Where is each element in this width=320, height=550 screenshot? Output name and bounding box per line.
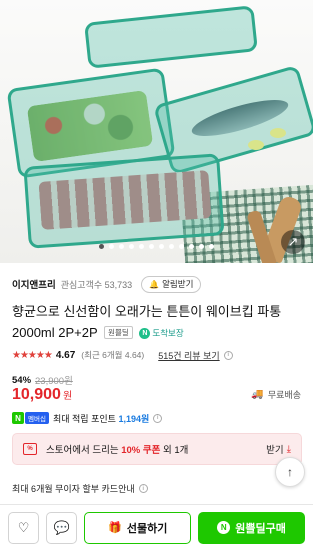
info-icon[interactable]: i bbox=[153, 413, 163, 423]
slide-dot[interactable] bbox=[179, 244, 184, 249]
original-price: 23,900원 bbox=[35, 376, 73, 387]
coupon-prefix: 스토어에서 드리는 bbox=[46, 445, 119, 456]
info-icon[interactable]: i bbox=[138, 484, 148, 493]
store-info: 이지앤프리 관심고객수 53,733 🔔 알림받기 bbox=[12, 275, 301, 293]
download-label: 받기 bbox=[266, 445, 284, 456]
buy-label: 원쁠딜구매 bbox=[235, 522, 286, 535]
points-prefix: 최대 적립 포인트 bbox=[52, 413, 116, 424]
chat-button[interactable]: 💬 bbox=[46, 511, 78, 544]
slide-dot[interactable] bbox=[99, 244, 104, 249]
slide-dot[interactable] bbox=[199, 244, 204, 249]
slide-dot[interactable] bbox=[119, 244, 124, 249]
coupon-highlight: 10% 쿠폰 bbox=[121, 445, 161, 456]
download-icon: ⤓ bbox=[286, 443, 291, 455]
slide-dot[interactable] bbox=[129, 244, 134, 249]
gift-icon: 🎁 bbox=[108, 522, 122, 534]
share-icon[interactable]: ↗ bbox=[281, 230, 305, 254]
shipping-label: 무료배송 bbox=[267, 390, 301, 400]
card-installment-info[interactable]: 최대 6개월 무이자 할부 카드안내 i bbox=[12, 482, 148, 495]
npay-icon: N bbox=[12, 412, 24, 424]
points-amount: 1,194원 bbox=[118, 413, 150, 424]
alarm-button[interactable]: 🔔 알림받기 bbox=[141, 275, 202, 293]
sale-price: 10,900 원 bbox=[12, 386, 72, 404]
points-text: 최대 적립 포인트 1,194원 bbox=[53, 412, 149, 425]
star-rating-icon: ★★★★★ bbox=[12, 349, 53, 361]
coupon-icon: % bbox=[23, 443, 37, 455]
bell-icon: 🔔 bbox=[149, 279, 160, 289]
naver-logo-icon: N bbox=[217, 521, 231, 534]
slide-dot[interactable] bbox=[169, 244, 174, 249]
product-image[interactable]: ↗ bbox=[0, 0, 313, 263]
slide-dot[interactable] bbox=[139, 244, 144, 249]
rating: ★★★★★ 4.67 (최근 6개월 4.64) 515건 리뷰 보기 i bbox=[12, 348, 301, 362]
bottom-action-bar: ♡ 💬 🎁 선물하기 N 원쁠딜구매 bbox=[0, 504, 313, 550]
favorite-count: 관심고객수 53,733 bbox=[60, 279, 133, 290]
slide-indicator bbox=[0, 244, 313, 249]
lemon-slice bbox=[248, 140, 264, 150]
coupon-download-button[interactable]: 받기 ⤓ bbox=[266, 442, 291, 457]
alarm-label: 알림받기 bbox=[162, 279, 194, 289]
buy-button[interactable]: N 원쁠딜구매 bbox=[198, 511, 305, 544]
product-title: 향균으로 신선함이 오래가는 튼튼이 웨이브킵 파통 2000ml 2P+2P … bbox=[12, 301, 302, 344]
gift-button[interactable]: 🎁 선물하기 bbox=[84, 511, 192, 544]
rating-recent: (최근 6개월 4.64) bbox=[81, 350, 145, 360]
card-info-text: 최대 6개월 무이자 할부 카드안내 bbox=[12, 484, 135, 494]
discount-rate: 54% bbox=[12, 374, 32, 386]
arrive-guarantee-badge: N 도착보장 bbox=[139, 323, 184, 344]
scroll-top-icon[interactable]: ↑ bbox=[275, 457, 305, 487]
gift-label: 선물하기 bbox=[126, 522, 168, 535]
truck-icon: 🚚 bbox=[251, 389, 264, 400]
chat-bubble-icon: 💬 bbox=[53, 519, 70, 535]
like-button[interactable]: ♡ bbox=[8, 511, 40, 544]
lemon-slice bbox=[270, 128, 286, 138]
discount-info: 54% 23,900원 bbox=[12, 373, 73, 388]
slide-dot[interactable] bbox=[149, 244, 154, 249]
points-info: N 멤버십 최대 적립 포인트 1,194원 i bbox=[12, 411, 163, 425]
coupon-suffix: 외 1개 bbox=[162, 445, 189, 456]
return-badge: 원쁠딜 bbox=[104, 326, 133, 339]
slide-dot[interactable] bbox=[209, 244, 214, 249]
price-value: 10,900 bbox=[12, 386, 61, 403]
slide-dot[interactable] bbox=[109, 244, 114, 249]
heart-check-icon: ♡ bbox=[17, 519, 30, 535]
coupon-text: 스토어에서 드리는 10% 쿠폰 외 1개 bbox=[46, 442, 188, 456]
rating-score: 4.67 bbox=[55, 349, 76, 361]
slide-dot[interactable] bbox=[189, 244, 194, 249]
coupon-banner[interactable]: % 스토어에서 드리는 10% 쿠폰 외 1개 받기 ⤓ bbox=[12, 433, 302, 465]
store-name[interactable]: 이지앤프리 bbox=[12, 277, 56, 291]
review-link[interactable]: 515건 리뷰 보기 bbox=[158, 349, 219, 362]
shipping-info: 🚚 무료배송 bbox=[251, 388, 301, 401]
arrive-label: 도착보장 bbox=[152, 328, 184, 338]
price-unit: 원 bbox=[62, 391, 73, 402]
info-icon[interactable]: i bbox=[223, 350, 233, 360]
container-meat bbox=[23, 153, 225, 249]
naver-logo-icon: N bbox=[139, 328, 151, 339]
slide-dot[interactable] bbox=[159, 244, 164, 249]
membership-badge: 멤버십 bbox=[25, 412, 49, 424]
